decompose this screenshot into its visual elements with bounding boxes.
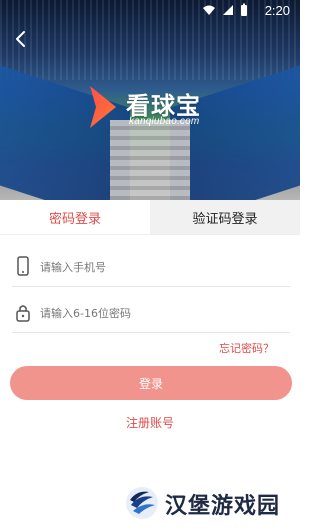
play-mark-icon	[86, 82, 120, 132]
register-link[interactable]: 注册账号	[0, 414, 300, 431]
phone-icon	[14, 256, 32, 276]
chevron-left-icon	[14, 30, 28, 52]
battery-icon	[240, 3, 248, 20]
signal-icon	[222, 4, 234, 19]
watermark: 汉堡游戏园	[125, 486, 300, 522]
phone-field	[12, 246, 290, 287]
back-button[interactable]	[8, 28, 34, 54]
watermark-text: 汉堡游戏园	[165, 493, 281, 519]
password-field	[12, 292, 290, 333]
swirl-logo-icon	[125, 486, 159, 520]
wifi-icon	[202, 4, 216, 19]
phone-input[interactable]	[38, 254, 282, 280]
login-button[interactable]: 登录	[10, 366, 292, 400]
brand-logo: 看球宝 kanqiubao.com	[86, 82, 236, 134]
hero-banner: 2:20 看球宝 kanqiubao.com	[0, 0, 300, 200]
status-icons	[202, 3, 248, 20]
forgot-password-link[interactable]: 忘记密码？	[219, 340, 274, 356]
status-bar: 2:20	[0, 0, 300, 22]
tab-code-login[interactable]: 验证码登录	[150, 200, 300, 234]
login-tabs: 密码登录 验证码登录	[0, 200, 300, 235]
login-button-label: 登录	[138, 376, 163, 391]
password-input[interactable]	[38, 300, 282, 326]
status-time: 2:20	[264, 3, 290, 18]
brand-domain: kanqiubao.com	[129, 116, 200, 127]
tab-password-login[interactable]: 密码登录	[0, 200, 150, 234]
lock-icon	[14, 302, 32, 322]
